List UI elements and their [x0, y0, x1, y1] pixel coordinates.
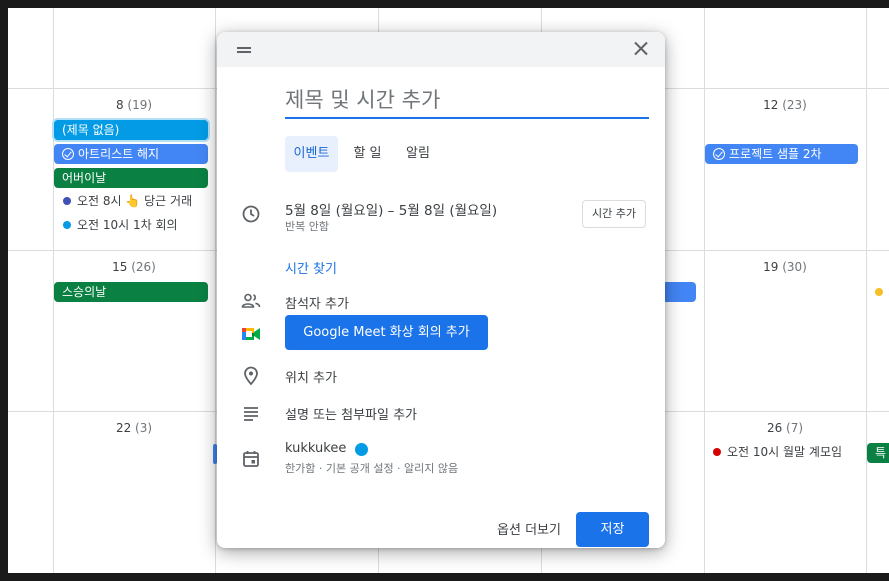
grid-line [704, 8, 705, 573]
repeat-option[interactable]: 반복 안함 [285, 218, 329, 234]
event-chip-partial[interactable]: 특 [867, 443, 889, 463]
google-meet-button[interactable]: Google Meet 화상 회의 추가 [285, 315, 488, 350]
day-number-12[interactable]: 12 (23) [704, 98, 866, 112]
save-button[interactable]: 저장 [576, 512, 649, 547]
people-icon [241, 293, 261, 308]
grid-line [215, 8, 216, 573]
more-options-button[interactable]: 옵션 더보기 [489, 513, 569, 548]
tab-task[interactable]: 할 일 [345, 136, 390, 172]
calendar-details[interactable]: 한가함 · 기본 공개 설정 · 알리지 않음 [285, 460, 458, 476]
close-icon[interactable] [633, 41, 649, 57]
event-first-meeting[interactable]: 오전 10시 1차 회의 [63, 215, 178, 235]
day-number-8[interactable]: 8 (19) [53, 98, 215, 112]
event-dot[interactable] [875, 288, 883, 296]
task-check-icon [713, 148, 725, 160]
event-carrot-trade[interactable]: 오전 8시 👆 당근 거래 [63, 191, 192, 211]
day-number-19[interactable]: 19 (30) [704, 260, 866, 274]
find-time-link[interactable]: 시간 찾기 [285, 258, 337, 277]
event-title-input[interactable] [285, 87, 649, 119]
quick-event-dialog: 이벤트 할 일 알림 5월 8일 (월요일) – 5월 8일 (월요일) 반복 … [217, 32, 665, 548]
event-date-range[interactable]: 5월 8일 (월요일) – 5월 8일 (월요일) [285, 199, 497, 219]
day-number-15[interactable]: 15 (26) [53, 260, 215, 274]
event-dot [63, 197, 71, 205]
calendar-icon [243, 451, 259, 467]
tab-reminder[interactable]: 알림 [397, 136, 439, 172]
event-chip-artist-cancel[interactable]: 아트리스트 해지 [54, 144, 208, 164]
dialog-header[interactable] [217, 32, 665, 67]
location-pin-icon [244, 366, 258, 386]
calendar-month-grid: 8 (19) 12 (23) 15 (26) 19 (30) 22 (3) 26… [8, 8, 889, 573]
event-chip-project-sample[interactable]: 프로젝트 샘플 2차 [705, 144, 858, 164]
add-guests-field[interactable]: 참석자 추가 [285, 293, 349, 312]
calendar-color-dot [355, 443, 368, 456]
event-dot [63, 221, 71, 229]
day-number-22[interactable]: 22 (3) [53, 421, 215, 435]
event-chip-no-title[interactable]: (제목 없음) [54, 120, 208, 140]
event-chip-parents-day[interactable]: 어버이날 [54, 168, 208, 188]
day-number-26[interactable]: 26 (7) [704, 421, 866, 435]
add-time-button[interactable]: 시간 추가 [582, 200, 646, 228]
event-monthly-meeting[interactable]: 오전 10시 월말 계모임 [713, 442, 842, 462]
event-dot [713, 448, 721, 456]
task-check-icon [62, 148, 74, 160]
grid-line [866, 8, 867, 573]
clock-icon [242, 205, 260, 223]
add-description-field[interactable]: 설명 또는 첨부파일 추가 [285, 404, 417, 423]
google-meet-icon [242, 328, 260, 340]
tab-event[interactable]: 이벤트 [285, 136, 338, 172]
calendar-name[interactable]: kukkukee [285, 441, 346, 456]
drag-handle-icon[interactable] [237, 47, 251, 53]
event-chip-teachers-day[interactable]: 스승의날 [54, 282, 208, 302]
add-location-field[interactable]: 위치 추가 [285, 367, 337, 386]
description-icon [244, 407, 258, 421]
